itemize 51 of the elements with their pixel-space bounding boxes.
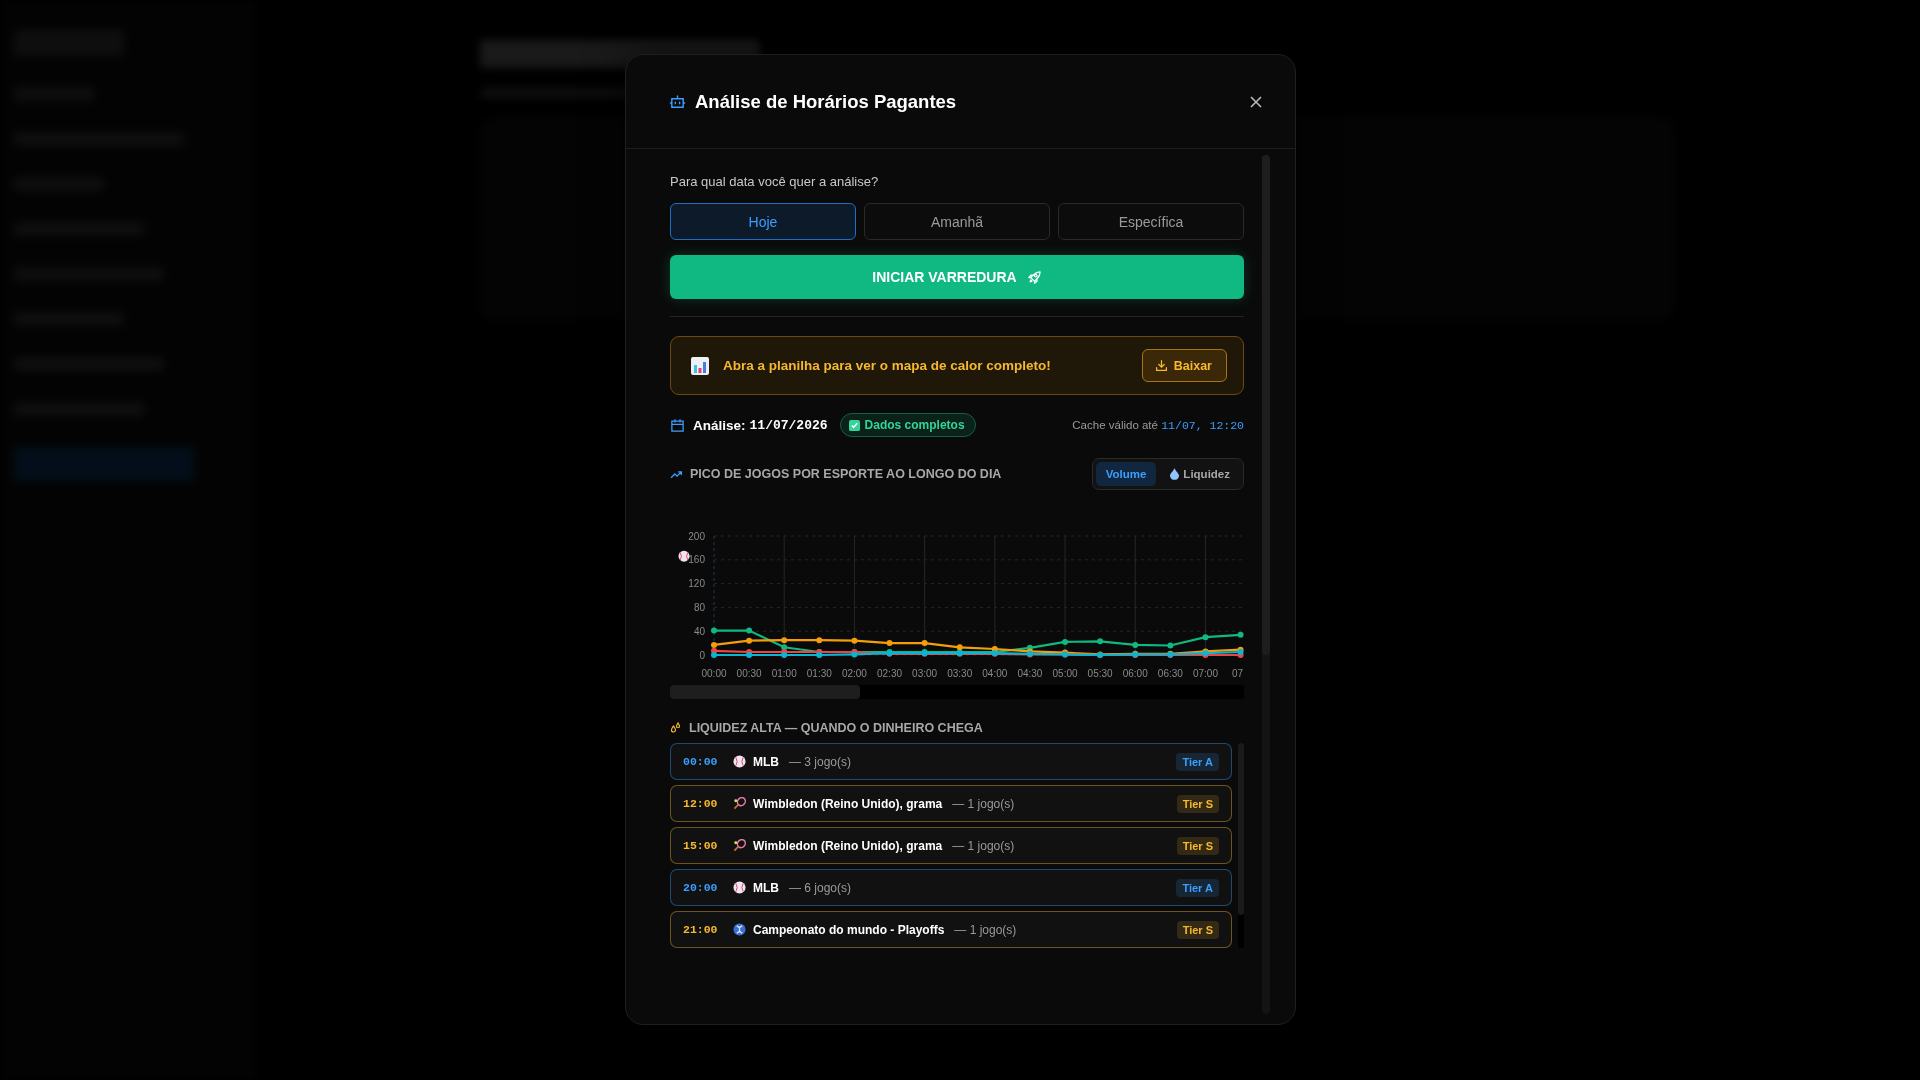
game-count: — 6 jogo(s) [789,880,853,895]
time-label: 20:00 [683,881,719,894]
y-axis-label: 120 [688,578,705,590]
tier-badge: Tier A [1176,878,1219,897]
analysis-label: Análise: [693,417,746,433]
x-axis-label: 05:30 [1087,668,1113,679]
dialog-title: Análise de Horários Pagantes [695,90,958,113]
x-axis-label: 06:00 [1122,668,1148,679]
game-count: — 1 jogo(s) [954,922,1018,937]
game-count: — 3 jogo(s) [789,754,853,769]
x-axis-label: 04:30 [1017,668,1043,679]
x-axis-label: 06:30 [1157,668,1183,679]
question-label: Para qual data você quer a análise? [670,174,880,189]
banner-text: Abra a planilha para ver o mapa de calor completo! [723,358,1052,373]
event-name: Campeonato do mundo - Playoffs [753,922,945,937]
x-axis-label: 01:30 [806,668,832,679]
x-axis-label: 03:00 [912,668,938,679]
x-axis-label: 07:00 [1192,668,1218,679]
time-label: 12:00 [683,797,719,810]
event-name: Wimbledon (Reino Unido), grama [753,838,943,853]
y-axis-label: 160 [688,554,705,566]
x-axis-label: 05:00 [1052,668,1078,679]
status-badge: Dados completos [839,413,976,437]
x-axis-label: 01:00 [771,668,797,679]
x-axis-label: 02:30 [877,668,903,679]
y-axis-label: 200 [688,530,705,542]
time-label: 15:00 [683,839,719,852]
time-label: 00:00 [683,755,719,768]
x-axis-label: 04:00 [982,668,1008,679]
x-axis-label: 00:30 [736,668,762,679]
x-axis-label: 07 [1231,668,1243,679]
game-count: — 1 jogo(s) [952,838,1016,853]
section-title: LIQUIDEZ ALTA — QUANDO O DINHEIRO CHEGA [689,721,984,735]
time-label: 21:00 [683,923,719,936]
x-axis-label: 02:00 [841,668,867,679]
event-name: MLB [753,880,779,895]
event-name: Wimbledon (Reino Unido), grama [753,796,943,811]
x-axis-label: 03:30 [947,668,973,679]
y-axis-label: 80 [693,601,705,613]
y-axis-label: 0 [699,649,705,661]
tier-badge: Tier S [1176,794,1219,813]
tier-badge: Tier S [1176,920,1219,939]
tier-badge: Tier S [1176,836,1219,855]
x-axis-label: 00:00 [701,668,727,679]
event-name: MLB [753,754,779,769]
section-title: PICO DE JOGOS POR ESPORTE AO LONGO DO DIA [690,467,1003,481]
game-count: — 1 jogo(s) [952,796,1016,811]
tier-badge: Tier A [1176,752,1219,771]
analysis-date: 11/07/2026 [749,417,828,433]
cache-info: Cache válido até 11/07, 12:20 [1072,418,1244,432]
y-axis-label: 40 [693,625,705,637]
